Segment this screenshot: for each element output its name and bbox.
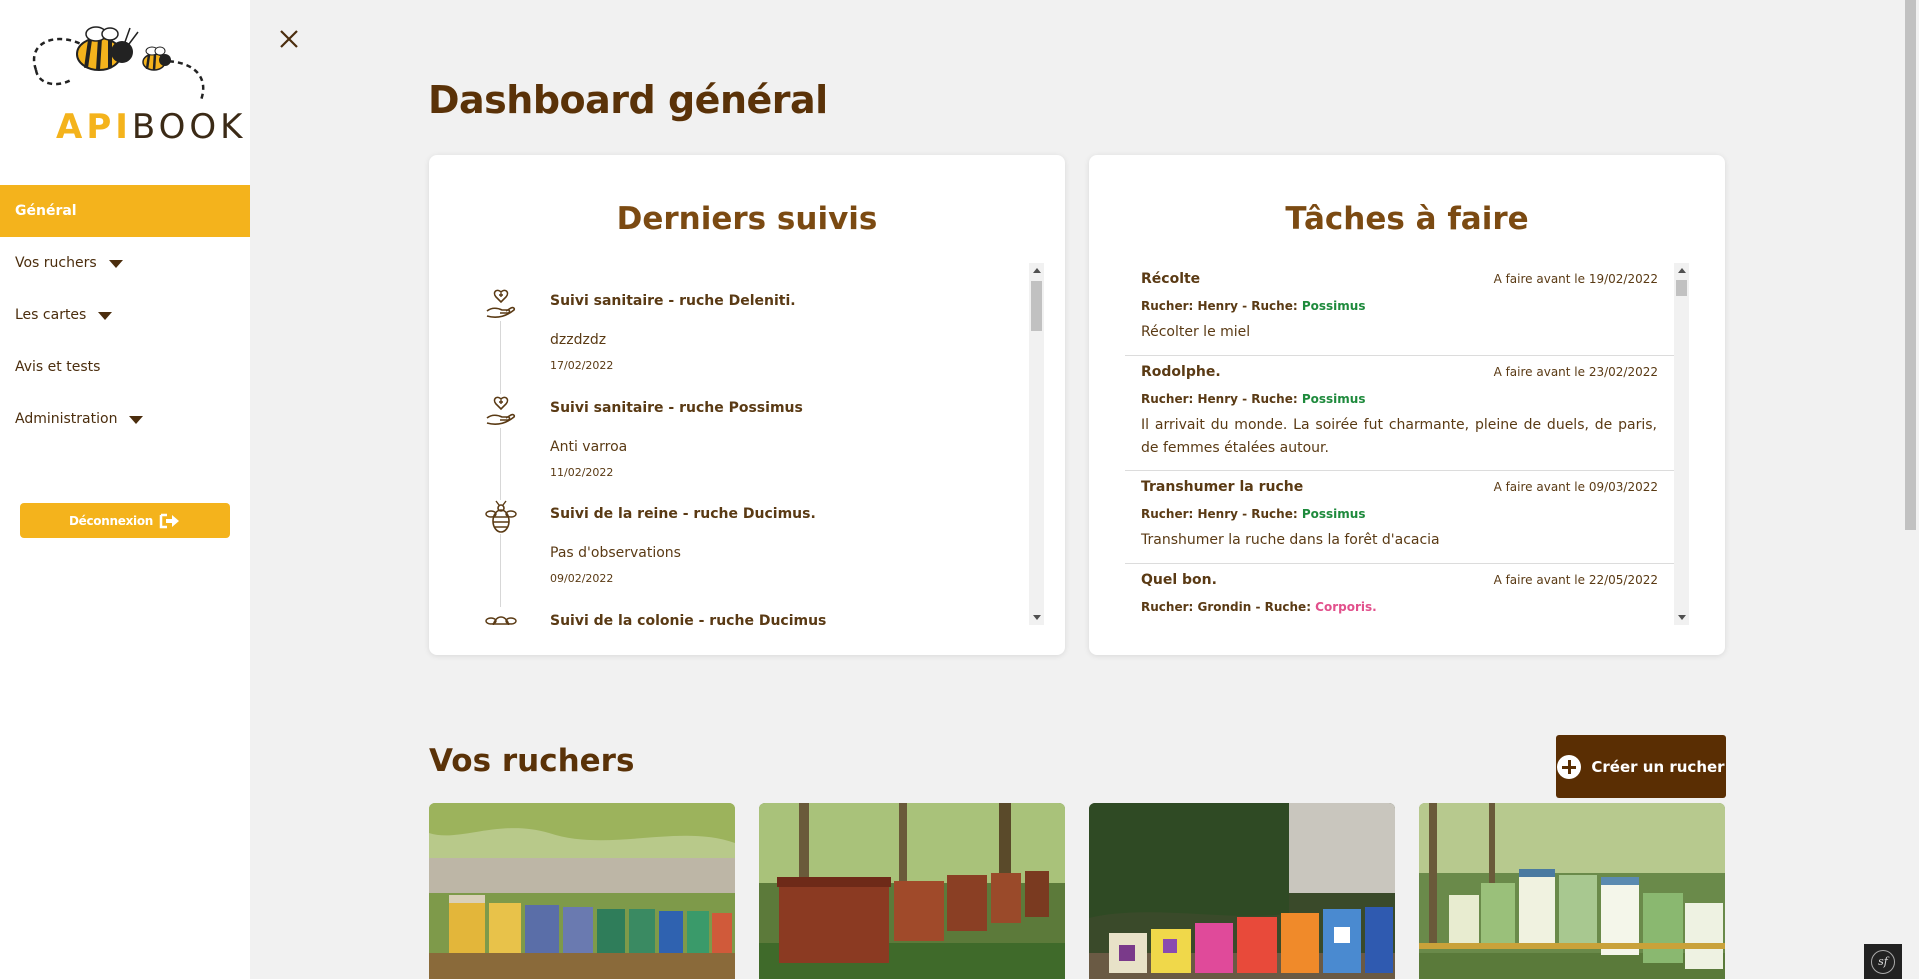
task-hive-link[interactable]: Corporis. xyxy=(1315,600,1377,614)
task-meta-label: Rucher: Grondin - Ruche: xyxy=(1141,600,1316,614)
task-meta-label: Rucher: Henry - Ruche: xyxy=(1141,507,1302,521)
apiary-card[interactable] xyxy=(1419,803,1725,979)
page-scrollbar[interactable] xyxy=(1902,0,1919,979)
task-title: Quel bon. xyxy=(1141,572,1217,588)
bee-icon xyxy=(484,500,518,534)
timeline-item[interactable]: Suivi sanitaire - ruche Deleniti. dzzdzd… xyxy=(484,263,1004,372)
task-body: Récolter le miel xyxy=(1141,324,1251,340)
task-item[interactable]: Quel bon. A faire avant le 22/05/2022 Ru… xyxy=(1125,564,1674,625)
suivis-scrollbar[interactable] xyxy=(1029,263,1044,625)
task-title: Récolte xyxy=(1141,271,1201,287)
sign-out-icon xyxy=(159,513,180,528)
task-meta-label: Rucher: Henry - Ruche: xyxy=(1141,392,1302,406)
scroll-down-icon[interactable] xyxy=(1678,615,1686,620)
task-item[interactable]: Récolte A faire avant le 19/02/2022 Ruch… xyxy=(1125,263,1674,356)
sidebar: APIBOOK Général Vos ruchers Les cartes A… xyxy=(0,0,250,979)
task-meta-label: Rucher: Henry - Ruche: xyxy=(1141,299,1302,313)
sidebar-nav: Général Vos ruchers Les cartes Avis et t… xyxy=(0,185,250,445)
apibook-logo[interactable]: APIBOOK xyxy=(26,22,242,144)
apiary-card[interactable] xyxy=(429,803,735,979)
symfony-icon: sf xyxy=(1871,949,1895,974)
timeline-item-desc: Anti varroa xyxy=(550,439,628,455)
create-rucher-button[interactable]: Créer un rucher xyxy=(1556,735,1726,798)
task-item[interactable]: Transhumer la ruche A faire avant le 09/… xyxy=(1125,471,1674,564)
logout-label: Déconnexion xyxy=(68,513,154,528)
timeline-item-title: Suivi de la reine - ruche Ducimus. xyxy=(550,506,816,522)
timeline-item-title: Suivi sanitaire - ruche Deleniti. xyxy=(550,293,796,309)
task-title: Transhumer la ruche xyxy=(1141,479,1304,495)
logo-api: API xyxy=(56,107,132,147)
logo-wordmark: APIBOOK xyxy=(56,110,246,144)
scroll-up-icon[interactable] xyxy=(1033,268,1041,273)
timeline-item-desc: Pas d'observations xyxy=(550,545,681,561)
task-body: Il arrivait du monde. La soirée fut char… xyxy=(1141,417,1657,456)
sidebar-item-label: Les cartes xyxy=(15,307,87,323)
sidebar-item-vos-ruchers[interactable]: Vos ruchers xyxy=(0,237,250,289)
taches-title: Tâches à faire xyxy=(1285,201,1529,237)
timeline-item[interactable]: Suivi de la reine - ruche Ducimus. Pas d… xyxy=(484,476,1004,585)
task-hive-link[interactable]: Possimus xyxy=(1302,392,1366,406)
logo-book: BOOK xyxy=(131,107,247,147)
task-meta: Rucher: Henry - Ruche: Possimus xyxy=(1141,507,1365,521)
plus-circle-icon xyxy=(1557,754,1582,779)
heart-hand-icon xyxy=(484,394,518,428)
taches-card: Tâches à faire Récolte A faire avant le … xyxy=(1089,155,1725,655)
bee-icon xyxy=(484,607,518,625)
close-icon[interactable] xyxy=(276,26,302,52)
task-title: Rodolphe. xyxy=(1141,364,1221,380)
timeline-item-title: Suivi sanitaire - ruche Possimus xyxy=(550,400,803,416)
scrollbar-thumb[interactable] xyxy=(1031,281,1042,331)
task-body: Transhumer la ruche dans la forêt d'acac… xyxy=(1141,532,1440,548)
sidebar-item-administration[interactable]: Administration xyxy=(0,393,250,445)
apiary-photo xyxy=(1419,803,1725,979)
apiary-photo xyxy=(1089,803,1395,979)
timeline-item-desc: dzzdzdz xyxy=(550,332,607,348)
timeline-item[interactable]: Suivi de la colonie - ruche Ducimus xyxy=(484,583,1004,625)
heart-hand-icon xyxy=(484,287,518,321)
caret-down-icon xyxy=(129,416,144,424)
bees-logo-icon xyxy=(32,26,205,101)
sidebar-item-avis-et-tests[interactable]: Avis et tests xyxy=(0,341,250,393)
task-hive-link[interactable]: Possimus xyxy=(1302,507,1366,521)
task-meta: Rucher: Henry - Ruche: Possimus xyxy=(1141,299,1365,313)
scroll-up-icon[interactable] xyxy=(1678,268,1686,273)
apiary-photo xyxy=(429,803,735,979)
task-item[interactable]: Rodolphe. A faire avant le 23/02/2022 Ru… xyxy=(1125,356,1674,471)
derniers-suivis-card: Derniers suivis Suivi sanitaire - ruche … xyxy=(429,155,1065,655)
sidebar-item-label: Général xyxy=(15,203,77,219)
task-due-date: A faire avant le 23/02/2022 xyxy=(1493,365,1658,379)
apiary-card[interactable] xyxy=(759,803,1065,979)
sidebar-item-label: Administration xyxy=(15,411,118,427)
sidebar-item-les-cartes[interactable]: Les cartes xyxy=(0,289,250,341)
task-due-date: A faire avant le 09/03/2022 xyxy=(1493,480,1658,494)
scroll-down-icon[interactable] xyxy=(1033,615,1041,620)
logout-button[interactable]: Déconnexion xyxy=(20,503,230,538)
timeline-item-title: Suivi de la colonie - ruche Ducimus xyxy=(550,613,827,625)
task-due-date: A faire avant le 22/05/2022 xyxy=(1493,573,1658,587)
derniers-suivis-title: Derniers suivis xyxy=(616,201,878,237)
suivis-scroll-area[interactable]: Suivi sanitaire - ruche Deleniti. dzzdzd… xyxy=(484,263,1044,625)
taches-scrollbar[interactable] xyxy=(1674,263,1689,625)
task-meta: Rucher: Grondin - Ruche: Corporis. xyxy=(1141,600,1377,614)
symfony-toolbar-toggle[interactable]: sf xyxy=(1864,944,1902,979)
timeline-item[interactable]: Suivi sanitaire - ruche Possimus Anti va… xyxy=(484,370,1004,479)
caret-down-icon xyxy=(98,312,113,320)
vos-ruchers-title: Vos ruchers xyxy=(429,743,635,779)
page-title: Dashboard général xyxy=(428,78,828,122)
taches-scroll-area[interactable]: Récolte A faire avant le 19/02/2022 Ruch… xyxy=(1125,263,1689,625)
task-due-date: A faire avant le 19/02/2022 xyxy=(1493,272,1658,286)
task-meta: Rucher: Henry - Ruche: Possimus xyxy=(1141,392,1365,406)
apiary-photo xyxy=(759,803,1065,979)
sidebar-item-label: Vos ruchers xyxy=(15,255,97,271)
page-scrollbar-thumb[interactable] xyxy=(1905,0,1916,530)
scrollbar-thumb[interactable] xyxy=(1676,280,1687,296)
apiary-card[interactable] xyxy=(1089,803,1395,979)
create-rucher-label: Créer un rucher xyxy=(1591,757,1725,776)
sidebar-item-label: Avis et tests xyxy=(15,359,101,375)
sidebar-item-general[interactable]: Général xyxy=(0,185,250,237)
task-hive-link[interactable]: Possimus xyxy=(1302,299,1366,313)
caret-down-icon xyxy=(108,260,123,268)
